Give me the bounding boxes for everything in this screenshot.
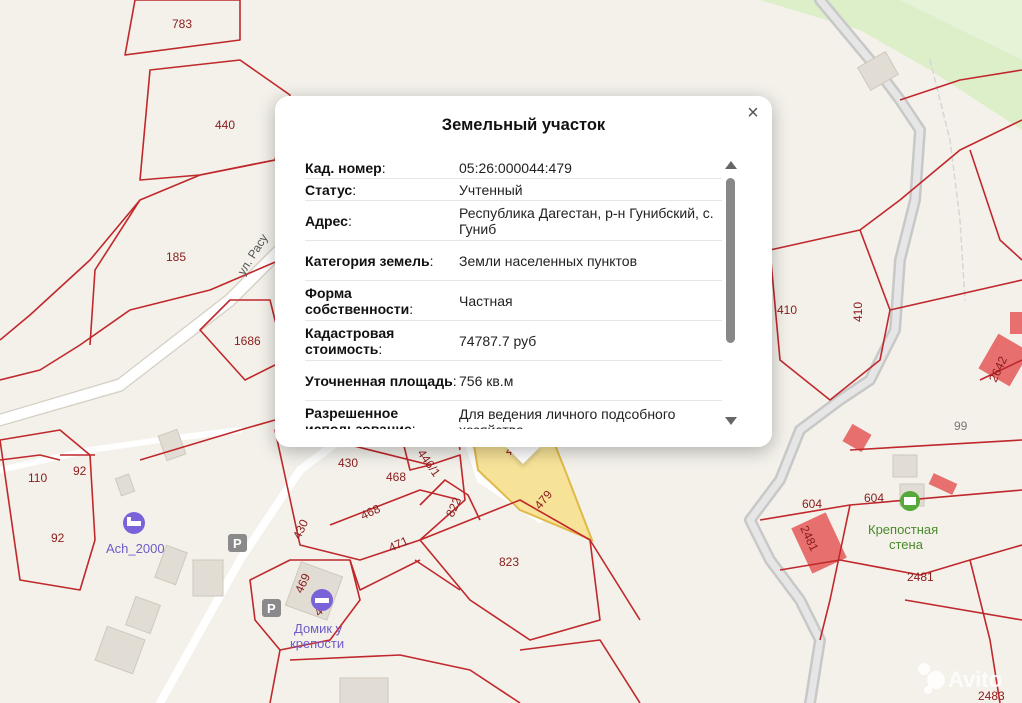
parking-poi[interactable]: P — [262, 599, 281, 617]
info-key: Статус — [305, 181, 353, 198]
info-key: Категория земель — [305, 252, 430, 269]
info-value: 05:26:000044:479 — [459, 160, 572, 176]
watermark-text: Avito — [948, 667, 1002, 692]
info-value: Земли населенных пунктов — [459, 253, 638, 269]
bed-icon-shape — [315, 598, 329, 603]
popup-body[interactable]: Кад. номер: 05:26:000044:479 Статус: Учт… — [305, 157, 722, 429]
popup-tail — [505, 446, 541, 464]
info-value: 756 кв.м — [459, 373, 514, 389]
plot-label: 823 — [499, 555, 519, 569]
scroll-down-icon[interactable] — [725, 417, 737, 425]
info-value: 74787.7 руб — [459, 333, 537, 349]
plot-label: 604 — [864, 491, 884, 505]
info-row-land-category: Категория земель: Земли населенных пункт… — [305, 241, 722, 281]
avito-watermark: Avito — [918, 663, 1002, 694]
scroll-up-icon[interactable] — [725, 161, 737, 169]
plot-label: 185 — [166, 250, 186, 264]
plot-label: 468 — [386, 470, 406, 484]
plot-label: 99 — [954, 419, 968, 433]
scroll-thumb[interactable] — [726, 178, 735, 343]
guesthouse-label-line2: крепости — [290, 636, 344, 651]
plot-label: 1686 — [234, 334, 261, 348]
landmark-icon-shape — [904, 497, 916, 505]
parking-icon-label: P — [233, 536, 242, 551]
popup-title: Земельный участок — [441, 116, 606, 134]
info-row-status: Статус: Учтенный — [305, 179, 722, 201]
plot-label: 604 — [802, 497, 822, 511]
popup-scrollbar[interactable] — [725, 158, 737, 428]
plot-label: 783 — [172, 17, 192, 31]
parking-poi[interactable]: P — [228, 534, 247, 552]
fortress-wall — [744, 0, 966, 703]
hotel-poi[interactable]: Ach_2000 — [106, 512, 165, 556]
plot-label: 410 — [851, 302, 865, 322]
plot-label: 2481 — [907, 570, 934, 584]
plot-label: 430 — [290, 517, 311, 541]
info-row-cadastral-number: Кад. номер: 05:26:000044:479 — [305, 157, 722, 179]
hotel-label: Ach_2000 — [106, 541, 165, 556]
close-icon[interactable]: × — [742, 102, 764, 124]
plot-label: 110 — [28, 471, 47, 485]
info-value: Частная — [459, 293, 513, 309]
info-key: Уточненная площадь — [305, 372, 453, 389]
info-key: Разрешенное использование — [305, 405, 412, 429]
fortress-label-line2: стена — [889, 537, 924, 552]
info-value: Для ведения личного подсобного хозяйства — [459, 406, 676, 429]
info-value: Республика Дагестан, р-н Гунибский, с. Г… — [459, 205, 714, 237]
plot-label: 92 — [73, 464, 87, 478]
guesthouse-label-line1: Домик у — [294, 621, 343, 636]
info-row-permitted-use: Разрешенное использование: Для ведения л… — [305, 401, 722, 429]
info-key: Кад. номер — [305, 159, 382, 176]
land-plot-popup: Земельный участок × Кад. номер: 05:26:00… — [275, 96, 772, 447]
info-row-area: Уточненная площадь: 756 кв.м — [305, 361, 722, 401]
info-row-ownership: Форма собственности: Частная — [305, 281, 722, 321]
plot-label: 430 — [338, 456, 358, 470]
plot-label: 446/1 — [415, 447, 444, 480]
parking-icon-label: P — [267, 601, 276, 616]
plot-label: 471 — [386, 533, 410, 554]
bed-icon-shape — [127, 521, 141, 526]
plot-label: 822 — [443, 495, 464, 519]
plot-label: 468 — [358, 501, 382, 522]
plot-label: 410 — [777, 303, 797, 317]
bed-icon-pillow — [127, 517, 131, 521]
fortress-label-line1: Крепостная — [868, 522, 938, 537]
plot-label: 92 — [51, 531, 65, 545]
info-row-cadastral-value: Кадастровая стоимость: 74787.7 руб — [305, 321, 722, 361]
info-value: Учтенный — [459, 182, 523, 198]
info-key: Адрес — [305, 212, 348, 229]
info-row-address: Адрес: Республика Дагестан, р-н Гунибски… — [305, 201, 722, 241]
plot-label: 440 — [215, 118, 235, 132]
info-key: Форма собственности — [305, 284, 410, 317]
